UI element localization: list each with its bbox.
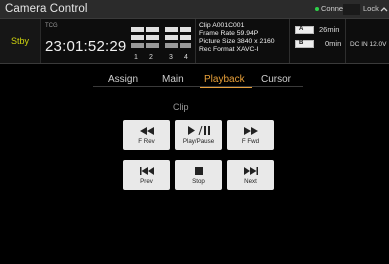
button-label: F Fwd [241, 137, 260, 145]
lock-button[interactable]: Lock [363, 4, 388, 13]
audio-meter-bar [131, 43, 144, 48]
stop-icon [194, 166, 203, 175]
prev-button[interactable]: Prev [123, 160, 170, 190]
audio-channel-label: 2 [149, 54, 153, 61]
audio-meter-bar [146, 27, 159, 32]
lock-icon [380, 6, 388, 11]
rewind-icon [139, 126, 154, 135]
frame-rate-row: Frame Rate 59.94P [199, 29, 259, 37]
section-title: Clip [173, 102, 189, 112]
audio-meter-bar [131, 27, 144, 32]
audio-meter-bar [180, 27, 191, 32]
status-bar: Stby TCG 23:01:52:29 1 2 3 4 Clip A001C0… [0, 18, 389, 64]
power-status: DC IN 12.0V [350, 41, 387, 48]
stop-button[interactable]: Stop [175, 160, 222, 190]
button-label: Next [244, 177, 257, 185]
active-tab-indicator [200, 87, 252, 88]
divider [345, 19, 346, 63]
audio-meter-bar [165, 43, 178, 48]
tab-cursor[interactable]: Cursor [261, 74, 291, 85]
timecode-display: 23:01:52:29 [45, 38, 127, 55]
clip-info: Clip A001C001 Frame Rate 59.94P Picture … [199, 22, 275, 54]
media-remaining: 26min [319, 25, 340, 34]
media-slot-b: B 0min [295, 39, 341, 48]
tab-divider [93, 86, 303, 87]
app-title: Camera Control [5, 3, 88, 15]
audio-meter-bar [165, 27, 178, 32]
timecode-label: TCG [45, 23, 58, 29]
audio-channel-label: 1 [134, 54, 138, 61]
blank-toolbar-button[interactable] [343, 4, 360, 15]
play-pause-button[interactable]: Play/Pause [175, 120, 222, 150]
clip-name-row: Clip A001C001 [199, 22, 245, 29]
media-remaining: 0min [325, 39, 342, 48]
audio-meter-bar [146, 35, 159, 40]
connection-indicator-icon [315, 6, 319, 11]
media-card-icon: A [295, 25, 314, 34]
f-rev-button[interactable]: F Rev [123, 120, 170, 150]
audio-meter-bar [131, 35, 144, 40]
next-button[interactable]: Next [227, 160, 274, 190]
f-fwd-button[interactable]: F Fwd [227, 120, 274, 150]
media-slot-a: A 26min [295, 25, 339, 34]
audio-meter-bar [180, 35, 191, 40]
audio-meter-bar [180, 43, 191, 48]
skip-next-icon [243, 166, 258, 175]
button-label: Play/Pause [182, 137, 215, 145]
tab-bar: Assign Main Playback Cursor [0, 70, 389, 90]
media-card-icon: B [295, 39, 314, 48]
button-label: Prev [140, 177, 153, 185]
tab-playback[interactable]: Playback [204, 74, 245, 85]
picture-size-row: Picture Size 3840 x 2160 [199, 37, 275, 45]
divider [195, 19, 196, 63]
tab-assign[interactable]: Assign [108, 74, 138, 85]
divider [289, 19, 290, 63]
lock-label: Lock [363, 4, 379, 13]
audio-channel-label: 3 [169, 54, 173, 61]
audio-meter: 1 2 3 4 [131, 23, 191, 63]
rec-format-row: Rec Format XAVC-I [199, 45, 259, 53]
button-label: F Rev [138, 137, 155, 145]
audio-meter-bar [146, 43, 159, 48]
tab-main[interactable]: Main [162, 74, 184, 85]
audio-channel-label: 4 [184, 54, 188, 61]
play-pause-icon [187, 126, 210, 135]
recording-status: Stby [0, 19, 41, 63]
skip-previous-icon [139, 166, 154, 175]
fast-forward-icon [243, 126, 258, 135]
button-label: Stop [192, 177, 205, 185]
audio-meter-bar [165, 35, 178, 40]
